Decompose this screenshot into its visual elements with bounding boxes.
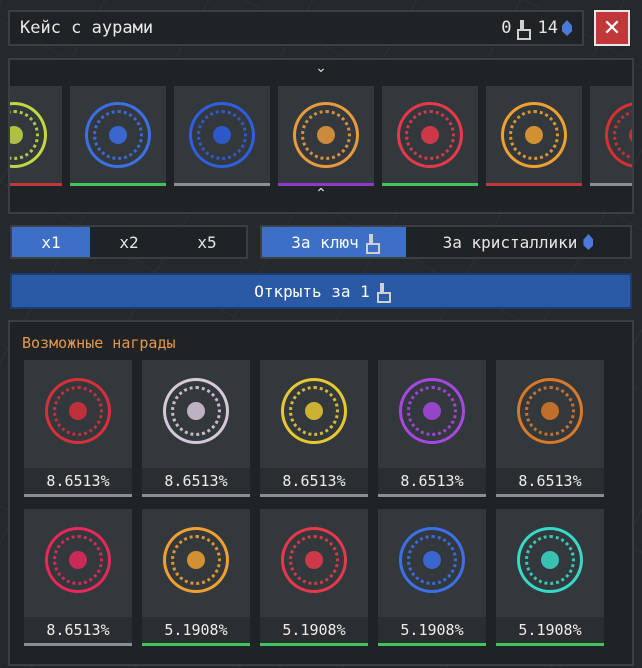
reward-chance: 8.6513% [378,468,486,494]
shard-aura-icon [163,527,229,593]
aura-icon [10,102,47,168]
chevron-up-icon: ⌃ [315,186,327,202]
reward-card[interactable]: 8.6513% [24,509,132,646]
keys-counter: 0 [501,18,531,40]
key-icon [376,283,391,303]
roulette-strip: ⌄ ⌃ [8,58,634,214]
open-case-button[interactable]: Открыть за 1 [10,273,632,309]
star-aura-icon [281,378,347,444]
reward-card[interactable]: 5.1908% [260,509,368,646]
reward-chance: 8.6513% [142,468,250,494]
possible-rewards-panel: Возможные награды 8.6513% 8.6513% 8.6513% 8… [8,320,634,666]
pay-with-key-label: За ключ [291,232,359,252]
chevron-down-icon: ⌄ [315,60,327,76]
sparkle-aura-icon [517,527,583,593]
rune-aura-icon [517,378,583,444]
multiplier-x5-button[interactable]: x5 [168,227,246,257]
reward-chance: 8.6513% [24,617,132,643]
pay-with-crystals-button[interactable]: За кристаллики [406,227,630,257]
aura-icon [605,102,632,168]
roulette-card [10,86,62,186]
reward-card[interactable]: 5.1908% [496,509,604,646]
rewards-title: Возможные награды [22,334,176,352]
reward-card[interactable]: 8.6513% [378,360,486,497]
roulette-card [382,86,478,186]
keys-count: 0 [501,18,512,38]
key-icon [365,234,380,254]
multiplier-x1-button[interactable]: x1 [12,227,90,257]
reward-card[interactable]: 8.6513% [260,360,368,497]
reward-card[interactable]: 5.1908% [378,509,486,646]
spider-aura-icon [45,378,111,444]
crystal-icon [583,234,594,250]
roulette-card [70,86,166,186]
open-case-label: Открыть за 1 [254,281,370,301]
crystals-count: 14 [537,18,558,38]
reward-chance: 5.1908% [496,617,604,643]
crystals-counter: 14 [538,18,572,38]
roulette-card [590,86,632,186]
sun-aura-icon [501,102,567,168]
header-bar: Кейс с аурами 0 14 [8,10,584,46]
water-aura-icon [399,527,465,593]
sword-aura-icon [281,527,347,593]
rewards-grid: 8.6513% 8.6513% 8.6513% 8.6513% 8.6513% 8.651… [24,360,604,646]
skull-aura-icon [163,378,229,444]
claw-aura-icon [45,527,111,593]
sword-aura-icon [397,102,463,168]
roulette-card [174,86,270,186]
reward-chance: 8.6513% [496,468,604,494]
roulette-card [278,86,374,186]
pay-with-key-button[interactable]: За ключ [262,227,406,257]
close-button[interactable]: ✕ [594,10,630,46]
crystal-icon [562,20,572,36]
reward-card[interactable]: 8.6513% [496,360,604,497]
ornate-aura-icon [293,102,359,168]
key-icon [516,20,531,40]
water-aura-icon [85,102,151,168]
multiplier-selector: x1 x2 x5 [10,225,248,259]
reward-card[interactable]: 5.1908% [142,509,250,646]
reward-chance: 5.1908% [260,617,368,643]
multiplier-x2-button[interactable]: x2 [90,227,168,257]
pay-with-crystals-label: За кристаллики [442,232,578,252]
reward-chance: 8.6513% [260,468,368,494]
water-aura-icon [189,102,255,168]
window-title: Кейс с аурами [20,18,154,38]
reward-card[interactable]: 8.6513% [24,360,132,497]
rune-aura-icon [399,378,465,444]
close-icon: ✕ [602,15,622,41]
roulette-items [10,86,632,186]
reward-card[interactable]: 8.6513% [142,360,250,497]
reward-chance: 5.1908% [378,617,486,643]
reward-chance: 5.1908% [142,617,250,643]
payment-selector: За ключ За кристаллики [260,225,632,259]
reward-chance: 8.6513% [24,468,132,494]
roulette-card [486,86,582,186]
